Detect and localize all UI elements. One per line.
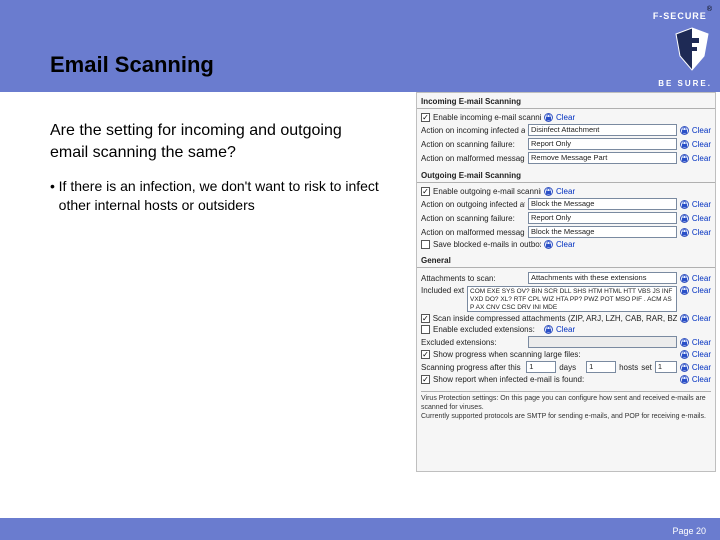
lock-icon[interactable] — [544, 240, 553, 249]
lock-icon[interactable] — [680, 314, 689, 323]
excluded-ext-input[interactable] — [528, 336, 677, 348]
clear-link[interactable]: Clear — [692, 314, 711, 323]
show-progress-label: Show progress when scanning large files: — [433, 350, 677, 359]
included-ext-label: Included extensions: — [421, 286, 464, 295]
in-infected-label: Action on incoming infected attachment: — [421, 126, 525, 135]
outgoing-heading: Outgoing E-mail Scanning — [421, 171, 711, 180]
lock-icon[interactable] — [680, 154, 689, 163]
clear-link[interactable]: Clear — [692, 274, 711, 283]
save-outbox-checkbox[interactable] — [421, 240, 430, 249]
included-ext-input[interactable]: COM EXE SYS OV? BIN SCR DLL SHS HTM HTML… — [467, 286, 677, 312]
clear-link[interactable]: Clear — [692, 338, 711, 347]
registered-icon: ® — [707, 6, 712, 13]
out-fail-label: Action on scanning failure: — [421, 214, 525, 223]
footer-band — [0, 518, 720, 540]
in-infected-select[interactable]: Disinfect Attachment — [528, 124, 677, 136]
clear-link[interactable]: Clear — [556, 325, 575, 334]
attachments-select[interactable]: Attachments with these extensions — [528, 272, 677, 284]
general-heading: General — [421, 256, 711, 265]
brand-name: F-SECURE — [653, 11, 707, 21]
enable-outgoing-checkbox[interactable] — [421, 187, 430, 196]
divider — [417, 108, 715, 109]
clear-link[interactable]: Clear — [692, 200, 711, 209]
in-fail-label: Action on scanning failure: — [421, 140, 525, 149]
clear-link[interactable]: Clear — [556, 113, 575, 122]
slide-body: Are the setting for incoming and outgoin… — [50, 120, 380, 215]
lock-icon[interactable] — [680, 375, 689, 384]
enable-excluded-label: Enable excluded extensions: — [433, 325, 541, 334]
enable-excluded-checkbox[interactable] — [421, 325, 430, 334]
enable-incoming-checkbox[interactable] — [421, 113, 430, 122]
clear-link[interactable]: Clear — [556, 187, 575, 196]
clear-link[interactable]: Clear — [692, 363, 711, 372]
brand-block: F-SECURE® BE SURE. — [602, 6, 712, 88]
attachments-label: Attachments to scan: — [421, 274, 525, 283]
clear-link[interactable]: Clear — [556, 240, 575, 249]
scan-compressed-label: Scan inside compressed attachments (ZIP,… — [433, 314, 677, 323]
in-malformed-label: Action on malformed message parts: — [421, 154, 525, 163]
lock-icon[interactable] — [680, 350, 689, 359]
set-label: set — [641, 363, 652, 372]
after-last-input[interactable]: 1 — [655, 361, 677, 373]
after-days-input[interactable]: 1 — [526, 361, 556, 373]
show-report-label: Show report when infected e-mail is foun… — [433, 375, 677, 384]
notes-block: Virus Protection settings: On this page … — [421, 391, 711, 421]
shield-icon — [672, 26, 712, 72]
question-text: Are the setting for incoming and outgoin… — [50, 120, 380, 163]
lock-icon[interactable] — [544, 325, 553, 334]
bullet-item: • If there is an infection, we don't wan… — [50, 177, 380, 215]
clear-link[interactable]: Clear — [692, 154, 711, 163]
clear-link[interactable]: Clear — [692, 350, 711, 359]
notes-line-1: Virus Protection settings: On this page … — [421, 395, 711, 413]
lock-icon[interactable] — [680, 228, 689, 237]
after-hosts-input[interactable]: 1 — [586, 361, 616, 373]
clear-link[interactable]: Clear — [692, 140, 711, 149]
save-outbox-label: Save blocked e-mails in outbox: — [433, 240, 541, 249]
lock-icon[interactable] — [680, 126, 689, 135]
clear-link[interactable]: Clear — [692, 228, 711, 237]
clear-link[interactable]: Clear — [692, 286, 711, 295]
lock-icon[interactable] — [680, 214, 689, 223]
out-malformed-label: Action on malformed message parts: — [421, 228, 525, 237]
in-fail-select[interactable]: Report Only — [528, 138, 677, 150]
out-infected-select[interactable]: Block the Message — [528, 198, 677, 210]
show-progress-checkbox[interactable] — [421, 350, 430, 359]
slide-title: Email Scanning — [50, 52, 214, 78]
show-report-checkbox[interactable] — [421, 375, 430, 384]
lock-icon[interactable] — [680, 363, 689, 372]
lock-icon[interactable] — [680, 338, 689, 347]
scan-compressed-checkbox[interactable] — [421, 314, 430, 323]
after-hosts-unit: hosts — [619, 363, 638, 372]
after-days-unit: days — [559, 363, 576, 372]
clear-link[interactable]: Clear — [692, 375, 711, 384]
excluded-ext-label: Excluded extensions: — [421, 338, 525, 347]
lock-icon[interactable] — [680, 274, 689, 283]
clear-link[interactable]: Clear — [692, 126, 711, 135]
notes-line-2: Currently supported protocols are SMTP f… — [421, 413, 711, 422]
progress-after-label: Scanning progress after this many: — [421, 363, 523, 372]
enable-outgoing-label: Enable outgoing e-mail scanning — [433, 187, 541, 196]
out-fail-select[interactable]: Report Only — [528, 212, 677, 224]
lock-icon[interactable] — [680, 140, 689, 149]
enable-incoming-label: Enable incoming e-mail scanning — [433, 113, 541, 122]
brand-slogan: BE SURE. — [602, 79, 712, 88]
lock-icon[interactable] — [544, 113, 553, 122]
settings-panel: Incoming E-mail Scanning Enable incoming… — [416, 92, 716, 472]
lock-icon[interactable] — [680, 286, 689, 295]
out-malformed-select[interactable]: Block the Message — [528, 226, 677, 238]
bullet-dot-icon: • — [50, 177, 59, 215]
bullet-text: If there is an infection, we don't want … — [59, 177, 380, 215]
lock-icon[interactable] — [680, 200, 689, 209]
out-infected-label: Action on outgoing infected attachment: — [421, 200, 525, 209]
incoming-heading: Incoming E-mail Scanning — [421, 97, 711, 106]
lock-icon[interactable] — [544, 187, 553, 196]
clear-link[interactable]: Clear — [692, 214, 711, 223]
in-malformed-select[interactable]: Remove Message Part — [528, 152, 677, 164]
divider — [417, 267, 715, 268]
divider — [417, 182, 715, 183]
page-number: Page 20 — [672, 526, 706, 536]
